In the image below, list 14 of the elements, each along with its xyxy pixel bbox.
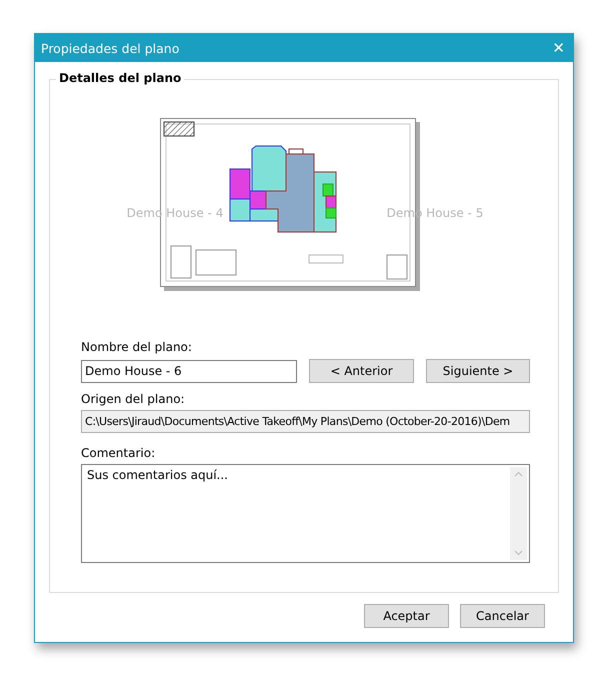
next-button[interactable]: Siguiente > <box>426 359 530 383</box>
accept-button[interactable]: Aceptar <box>364 604 449 628</box>
chevron-down-icon[interactable] <box>514 550 523 556</box>
scrollbar[interactable] <box>510 467 527 560</box>
cancel-button[interactable]: Cancelar <box>460 604 545 628</box>
comment-field[interactable]: Sus comentarios aquí... <box>81 464 530 563</box>
field-label: Comentario: <box>81 446 156 460</box>
field-label: Origen del plano: <box>81 392 186 406</box>
previous-button[interactable]: < Anterior <box>309 359 414 383</box>
plan-name-field[interactable]: Demo House - 6 <box>81 360 297 382</box>
group-title: Detalles del plano <box>56 71 184 85</box>
field-label: Nombre del plano: <box>81 340 193 354</box>
chevron-up-icon[interactable] <box>514 471 523 477</box>
window-title: Propiedades del plano <box>41 40 180 56</box>
